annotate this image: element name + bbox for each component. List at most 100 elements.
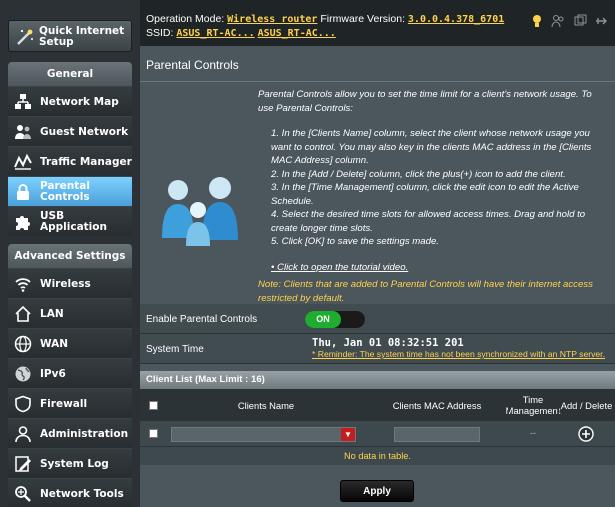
list-item: 1. In the [Clients Name] column, select … xyxy=(271,128,592,166)
col-time-management: Time Management xyxy=(505,394,561,416)
notification-bulb-icon[interactable] xyxy=(531,14,543,28)
sidebar-item-guest-network[interactable]: Guest Network xyxy=(8,116,132,146)
traffic-manager-icon xyxy=(14,153,32,170)
ssid-link-2[interactable]: ASUS_RT-AC... xyxy=(258,28,336,39)
system-time-value-block: Thu, Jan 01 08:32:51 201 * Reminder: The… xyxy=(312,337,605,360)
firmware-label: Firmware Version: xyxy=(320,13,405,25)
col-clients-name[interactable]: Clients Name xyxy=(166,389,366,421)
note-text: Note: Clients that are added to Parental… xyxy=(258,279,593,304)
sidebar-item-label: IPv6 xyxy=(40,367,66,380)
intro-text: Parental Controls allow you to set the t… xyxy=(258,89,592,114)
toggle-on-label: ON xyxy=(305,311,341,328)
page-title: Parental Controls xyxy=(146,58,239,72)
quick-internet-setup-button[interactable]: Quick Internet Setup xyxy=(8,20,132,52)
sidebar-item-label: Network Map xyxy=(40,95,119,108)
sidebar-item-label: Parental Controls xyxy=(40,180,90,203)
no-data-text: No data in table. xyxy=(140,447,615,465)
sidebar-item-label: Administration xyxy=(40,427,129,440)
usb-status-icon[interactable] xyxy=(573,14,587,28)
quick-internet-setup-label: Quick Internet Setup xyxy=(39,25,125,48)
client-mac-input[interactable] xyxy=(394,427,480,442)
system-time-value: Thu, Jan 01 08:32:51 201 xyxy=(312,337,464,349)
advanced-settings-title: Advanced Settings xyxy=(8,244,132,268)
steps-list: 1. In the [Clients Name] column, select … xyxy=(271,127,608,249)
list-item: 3. In the [Time Management] column, clic… xyxy=(271,182,579,207)
sidebar-item-traffic-manager[interactable]: Traffic Manager xyxy=(8,146,132,176)
sidebar-item-wireless[interactable]: Wireless xyxy=(8,268,132,298)
add-client-plus-icon[interactable] xyxy=(578,426,594,442)
chevron-down-icon[interactable]: ▼ xyxy=(341,428,355,441)
select-all-cell xyxy=(140,389,166,421)
apply-button[interactable]: Apply xyxy=(340,480,414,502)
network-map-icon xyxy=(15,94,31,109)
operation-mode-label: Operation Mode: xyxy=(146,13,225,25)
sidebar-item-label: Firewall xyxy=(40,397,88,410)
puzzle-icon xyxy=(16,216,30,230)
shield-icon xyxy=(15,395,31,413)
admin-user-icon xyxy=(15,426,31,443)
enable-parental-controls-toggle[interactable]: ON xyxy=(305,311,365,328)
enable-parental-controls-row: Enable Parental Controls ON xyxy=(140,304,615,334)
sidebar-item-firewall[interactable]: Firewall xyxy=(8,388,132,418)
sidebar-item-wan[interactable]: WAN xyxy=(8,328,132,358)
globe-icon xyxy=(14,335,32,353)
tutorial-link-text[interactable]: Click to open the tutorial video. xyxy=(277,262,408,273)
sidebar-item-usb-application[interactable]: USB Application xyxy=(8,206,132,236)
select-all-checkbox[interactable] xyxy=(148,400,158,410)
operation-mode-link[interactable]: Wireless router xyxy=(227,14,317,25)
sidebar-item-label: WAN xyxy=(40,337,69,350)
list-item: 5. Click [OK] to save the settings made. xyxy=(271,236,439,247)
col-add-delete: Add / Delete xyxy=(560,399,613,411)
sidebar-item-label: Traffic Manager xyxy=(40,155,132,168)
ipv6-globe-icon xyxy=(15,366,31,382)
sidebar-item-label: USB Application xyxy=(40,210,107,233)
sidebar-item-network-tools[interactable]: Network Tools xyxy=(8,478,132,507)
client-input-row: ▼ -- xyxy=(140,421,615,447)
client-list-header-row: Clients Name Clients MAC Address Time Ma… xyxy=(140,389,615,421)
ssid-label: SSID: xyxy=(146,27,174,39)
list-item: 2. In the [Add / Delete] column, click t… xyxy=(271,168,566,180)
sidebar-item-ipv6[interactable]: IPv6 xyxy=(8,358,132,388)
list-item: 4. Select the desired time slots for all… xyxy=(271,209,586,234)
system-time-row: System Time Thu, Jan 01 08:32:51 201 * R… xyxy=(140,334,615,364)
sidebar-item-label: System Log xyxy=(40,457,109,470)
client-list-title: Client List (Max Limit : 16) xyxy=(140,371,615,389)
usb-plug-icon[interactable] xyxy=(595,14,609,28)
time-management-placeholder: -- xyxy=(530,428,536,438)
ntp-reminder-link[interactable]: * Reminder: The system time has not been… xyxy=(312,349,605,359)
status-icons xyxy=(531,14,609,28)
main-panel: Parental Controls Parental Controls allo… xyxy=(140,46,615,507)
row-checkbox[interactable] xyxy=(149,429,158,438)
network-tools-icon xyxy=(15,486,31,502)
sidebar-item-label: Wireless xyxy=(40,277,91,290)
log-icon xyxy=(15,456,31,472)
firmware-version-link[interactable]: 3.0.0.4.378_6701 xyxy=(408,14,504,25)
sidebar-item-system-log[interactable]: System Log xyxy=(8,448,132,478)
family-illustration-icon xyxy=(162,177,238,246)
wifi-icon xyxy=(15,278,31,292)
top-status-bar: Operation Mode: Wireless router Firmware… xyxy=(140,0,615,46)
tutorial-video-link[interactable]: • Click to open the tutorial video. xyxy=(271,261,608,275)
col-clients-mac[interactable]: Clients MAC Address xyxy=(366,389,508,421)
sidebar-item-lan[interactable]: LAN xyxy=(8,298,132,328)
sidebar-item-label: LAN xyxy=(40,307,64,320)
ssid-line: SSID: ASUS_RT-AC... ASUS_RT-AC... xyxy=(146,27,336,39)
sidebar: Quick Internet Setup General Network Map… xyxy=(0,0,140,507)
sidebar-item-parental-controls[interactable]: Parental Controls xyxy=(8,176,132,206)
system-time-label: System Time xyxy=(146,344,204,355)
sidebar-item-label: Network Tools xyxy=(40,487,124,500)
page-header: Parental Controls xyxy=(140,46,615,82)
client-name-select[interactable]: ▼ xyxy=(171,427,356,442)
enable-parental-controls-label: Enable Parental Controls xyxy=(146,314,258,325)
ssid-link-1[interactable]: ASUS_RT-AC... xyxy=(176,28,254,39)
sidebar-item-label: Guest Network xyxy=(40,125,129,138)
operation-mode-line: Operation Mode: Wireless router Firmware… xyxy=(146,13,504,25)
general-section-title: General xyxy=(8,62,132,86)
description-block: Parental Controls allow you to set the t… xyxy=(258,88,608,305)
parental-controls-icon xyxy=(17,184,29,200)
clients-status-icon[interactable] xyxy=(551,14,565,28)
wand-icon xyxy=(17,29,33,45)
sidebar-item-administration[interactable]: Administration xyxy=(8,418,132,448)
sidebar-item-network-map[interactable]: Network Map xyxy=(8,86,132,116)
guest-network-icon xyxy=(15,125,31,139)
